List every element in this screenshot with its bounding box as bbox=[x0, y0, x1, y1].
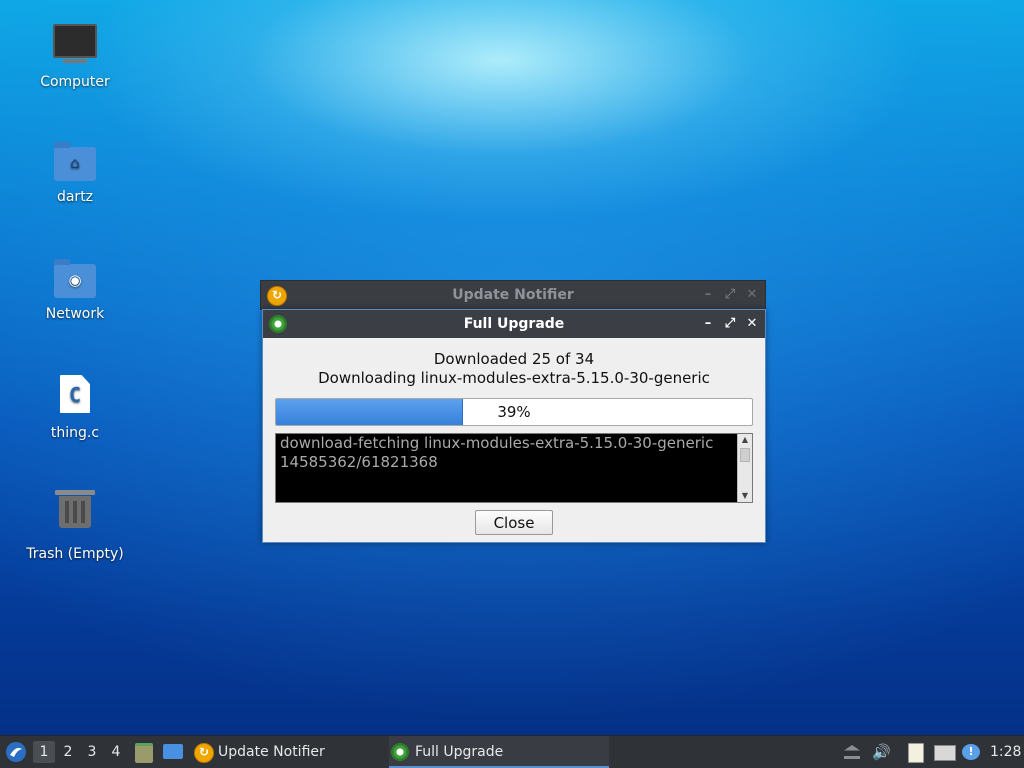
desktop-icon-label: Trash (Empty) bbox=[26, 546, 124, 562]
task-label: Full Upgrade bbox=[415, 744, 504, 760]
update-notifier-icon: ↻ bbox=[194, 743, 214, 763]
workspace-4[interactable]: 4 bbox=[105, 736, 127, 768]
desktop-icon-network[interactable]: ◉ Network bbox=[20, 256, 130, 322]
home-folder-icon: ⌂ bbox=[53, 139, 97, 183]
desktop-icon-thing-c[interactable]: C thing.c bbox=[20, 373, 130, 441]
progress-bar: 39% bbox=[275, 398, 753, 426]
clipboard-icon[interactable] bbox=[908, 743, 924, 763]
task-label: Update Notifier bbox=[218, 744, 325, 760]
desktop-icon-label: Computer bbox=[40, 74, 110, 90]
desktop-icon-computer[interactable]: Computer bbox=[20, 22, 130, 90]
maximize-button[interactable]: ⤢ bbox=[723, 310, 737, 338]
desktop-icon-label: Network bbox=[45, 306, 105, 322]
desktop-icon-dartz[interactable]: ⌂ dartz bbox=[20, 139, 130, 205]
trash-icon bbox=[53, 490, 97, 540]
task-update-notifier[interactable]: ↻ Update Notifier bbox=[192, 736, 408, 768]
lubuntu-logo-icon bbox=[6, 742, 26, 762]
desktop-icon bbox=[163, 744, 183, 759]
workspace-3[interactable]: 3 bbox=[81, 736, 103, 768]
taskbar: 1 2 3 4 ↻ Update Notifier Full Upgrade 🔊… bbox=[0, 735, 1024, 768]
scroll-down-icon[interactable]: ▼ bbox=[738, 490, 752, 502]
task-full-upgrade[interactable]: Full Upgrade bbox=[389, 736, 609, 768]
update-notifier-titlebar[interactable]: ↻ Update Notifier – ⤢ ✕ bbox=[261, 281, 765, 309]
log-text: download-fetching linux-modules-extra-5.… bbox=[280, 434, 714, 471]
scroll-thumb[interactable] bbox=[740, 448, 750, 462]
close-button[interactable]: ✕ bbox=[745, 310, 759, 338]
download-count-text: Downloaded 25 of 34 bbox=[433, 350, 595, 368]
window-title: Full Upgrade bbox=[463, 316, 565, 332]
desktop-icon-label: thing.c bbox=[50, 425, 100, 441]
log-output[interactable]: download-fetching linux-modules-extra-5.… bbox=[275, 433, 753, 503]
eject-bar bbox=[844, 756, 860, 759]
start-menu-button[interactable] bbox=[4, 736, 28, 768]
minimize-button[interactable]: – bbox=[701, 310, 715, 338]
network-icon[interactable] bbox=[934, 745, 956, 761]
network-folder-icon: ◉ bbox=[53, 256, 97, 300]
download-package-text: Downloading linux-modules-extra-5.15.0-3… bbox=[318, 369, 710, 387]
clock[interactable]: 1:28 bbox=[990, 736, 1021, 768]
gear-icon bbox=[269, 315, 287, 333]
maximize-button[interactable]: ⤢ bbox=[723, 281, 737, 309]
full-upgrade-dialog[interactable]: Full Upgrade – ⤢ ✕ Downloaded 25 of 34 D… bbox=[262, 309, 766, 543]
progress-label: 39% bbox=[497, 403, 531, 421]
update-notifier-icon: ↻ bbox=[267, 286, 287, 306]
computer-icon bbox=[53, 24, 97, 68]
c-source-file-icon: C bbox=[53, 375, 97, 419]
minimize-button[interactable]: – bbox=[701, 281, 715, 309]
update-notifier-window[interactable]: ↻ Update Notifier – ⤢ ✕ bbox=[260, 280, 766, 310]
gear-icon bbox=[391, 743, 409, 761]
file-manager-launcher[interactable] bbox=[134, 736, 154, 768]
dialog-content: Downloaded 25 of 34 Downloading linux-mo… bbox=[263, 338, 765, 535]
notification-icon[interactable]: ! bbox=[962, 744, 980, 760]
close-button[interactable]: ✕ bbox=[745, 281, 759, 309]
full-upgrade-titlebar[interactable]: Full Upgrade – ⤢ ✕ bbox=[263, 310, 765, 338]
window-title: Update Notifier bbox=[452, 287, 574, 303]
volume-icon[interactable]: 🔊 bbox=[872, 744, 891, 760]
log-scrollbar[interactable]: ▲ ▼ bbox=[737, 434, 752, 502]
eject-icon[interactable] bbox=[844, 745, 860, 751]
workspace-2[interactable]: 2 bbox=[57, 736, 79, 768]
file-manager-icon bbox=[135, 743, 153, 763]
workspace-1[interactable]: 1 bbox=[33, 741, 55, 763]
desktop-icon-label: dartz bbox=[56, 189, 94, 205]
show-desktop-launcher[interactable] bbox=[162, 736, 184, 768]
scroll-up-icon[interactable]: ▲ bbox=[738, 434, 752, 446]
close-dialog-button[interactable]: Close bbox=[475, 510, 553, 535]
desktop-icon-trash[interactable]: Trash (Empty) bbox=[20, 490, 130, 562]
file-type-glyph: C bbox=[68, 383, 82, 407]
